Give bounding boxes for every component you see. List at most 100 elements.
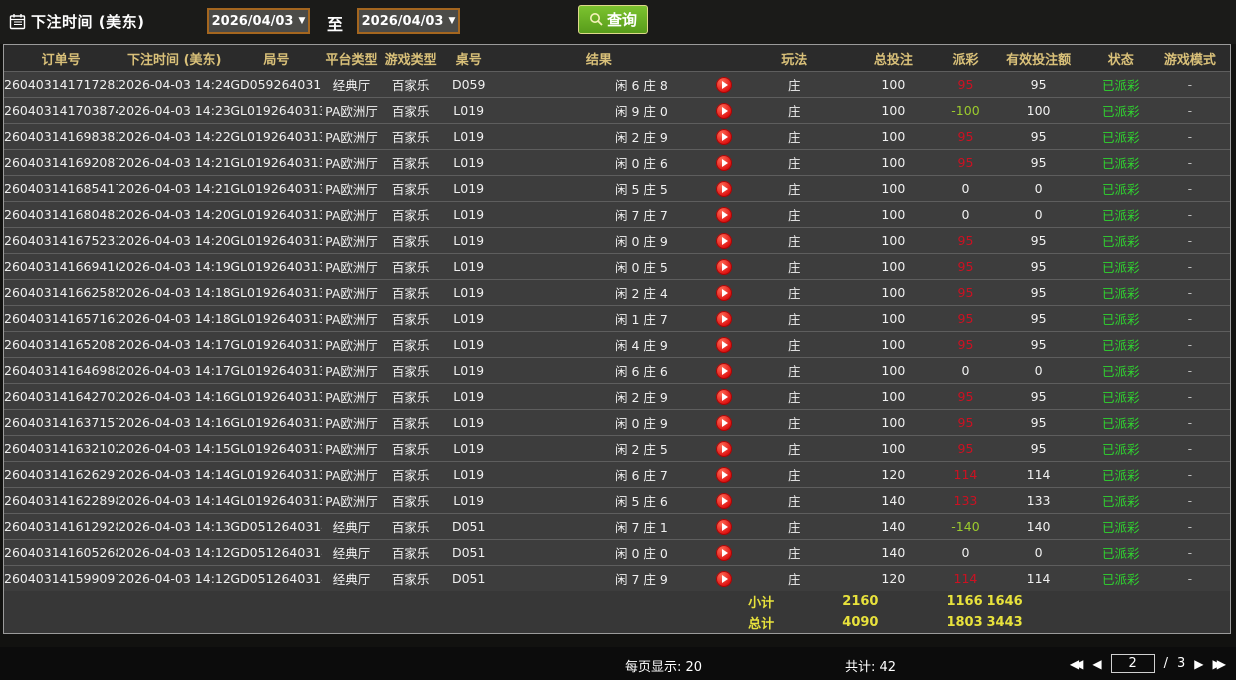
- table-row: 260403141622898 2026-04-03 14:14:32 GL01…: [4, 487, 1230, 514]
- header-game-type: 游戏类型: [380, 45, 441, 72]
- play-icon[interactable]: [716, 518, 733, 535]
- payout-cell: 114: [945, 565, 986, 591]
- status-cell: 已派彩: [1091, 305, 1150, 332]
- game-mode-cell: -: [1149, 305, 1230, 332]
- play-cell: [701, 539, 748, 566]
- play-icon[interactable]: [716, 440, 733, 457]
- play-icon[interactable]: [716, 128, 733, 145]
- payout-cell: 95: [945, 331, 986, 358]
- platform-cell: 经典厅: [322, 565, 381, 591]
- play-icon[interactable]: [716, 102, 733, 119]
- platform-cell: PA欧洲厅: [322, 409, 381, 436]
- play-icon[interactable]: [716, 258, 733, 275]
- next-page-icon[interactable]: ▶: [1194, 658, 1203, 670]
- chevron-down-icon: ▼: [448, 16, 456, 26]
- first-page-icon[interactable]: ◀◀: [1070, 658, 1084, 670]
- result-cell: 闲 0 庄 9: [496, 227, 702, 254]
- table-no-cell: L019: [440, 357, 497, 384]
- order-id-cell: 260403141703874: [4, 97, 119, 124]
- result-cell: 闲 5 庄 5: [496, 175, 702, 202]
- play-icon[interactable]: [716, 310, 733, 327]
- play-icon[interactable]: [716, 570, 733, 587]
- table-no-cell: L019: [440, 149, 497, 176]
- total-bet-cell: 100: [841, 331, 946, 358]
- play-icon[interactable]: [716, 388, 733, 405]
- game-type-cell: 百家乐: [380, 175, 441, 202]
- status-cell: 已派彩: [1091, 227, 1150, 254]
- grand-total-row: 总计 4090 1803 3443: [4, 612, 1230, 633]
- round-id-cell: GL0192640313Y: [230, 123, 323, 150]
- bet-time-cell: 2026-04-03 14:21:48: [118, 149, 231, 176]
- play-icon[interactable]: [716, 414, 733, 431]
- valid-bet-cell: 95: [985, 123, 1092, 150]
- date-to-select[interactable]: 2026/04/03 ▼: [357, 8, 460, 34]
- result-cell: 闲 0 庄 9: [496, 409, 702, 436]
- play-icon[interactable]: [716, 492, 733, 509]
- play-type-cell: 庄: [747, 331, 842, 358]
- table-no-cell: L019: [440, 487, 497, 514]
- table-no-cell: L019: [440, 435, 497, 462]
- header-table-no: 桌号: [440, 45, 497, 72]
- play-icon[interactable]: [716, 466, 733, 483]
- game-type-cell: 百家乐: [380, 253, 441, 280]
- game-type-cell: 百家乐: [380, 435, 441, 462]
- play-icon[interactable]: [716, 154, 733, 171]
- valid-bet-cell: 140: [985, 513, 1092, 540]
- round-id-cell: GL0192640313Z: [230, 97, 323, 124]
- game-type-cell: 百家乐: [380, 123, 441, 150]
- game-type-cell: 百家乐: [380, 513, 441, 540]
- header-status: 状态: [1091, 45, 1150, 72]
- round-id-cell: GD0592640313U: [230, 71, 323, 98]
- bet-time-cell: 2026-04-03 14:13:30: [118, 513, 231, 540]
- play-icon[interactable]: [716, 362, 733, 379]
- play-icon[interactable]: [716, 180, 733, 197]
- status-cell: 已派彩: [1091, 279, 1150, 306]
- last-page-icon[interactable]: ▶▶: [1213, 658, 1227, 670]
- game-type-cell: 百家乐: [380, 487, 441, 514]
- play-icon[interactable]: [716, 232, 733, 249]
- page-number-input[interactable]: [1110, 654, 1155, 673]
- total-bet-cell: 100: [841, 409, 946, 436]
- bet-time-cell: 2026-04-03 14:17:39: [118, 331, 231, 358]
- play-cell: [701, 383, 748, 410]
- status-cell: 已派彩: [1091, 513, 1150, 540]
- query-button[interactable]: 查询: [578, 5, 648, 34]
- search-icon: [589, 12, 604, 27]
- order-id-cell: 260403141637157: [4, 409, 119, 436]
- result-cell: 闲 6 庄 6: [496, 357, 702, 384]
- result-cell: 闲 2 庄 5: [496, 435, 702, 462]
- round-id-cell: GD05126403143: [230, 539, 323, 566]
- grand-total-label: 总计: [747, 612, 842, 633]
- status-cell: 已派彩: [1091, 123, 1150, 150]
- total-bet-cell: 100: [841, 253, 946, 280]
- total-pages: 3: [1177, 656, 1186, 671]
- game-type-cell: 百家乐: [380, 71, 441, 98]
- game-mode-cell: -: [1149, 71, 1230, 98]
- payout-cell: 95: [945, 149, 986, 176]
- order-id-cell: 260403141680483: [4, 201, 119, 228]
- play-cell: [701, 487, 748, 514]
- play-cell: [701, 565, 748, 591]
- play-cell: [701, 253, 748, 280]
- play-icon[interactable]: [716, 206, 733, 223]
- header-platform: 平台类型: [322, 45, 381, 72]
- status-cell: 已派彩: [1091, 435, 1150, 462]
- game-type-cell: 百家乐: [380, 357, 441, 384]
- prev-page-icon[interactable]: ◀: [1092, 658, 1101, 670]
- valid-bet-cell: 100: [985, 97, 1092, 124]
- valid-bet-cell: 95: [985, 279, 1092, 306]
- date-from-select[interactable]: 2026/04/03 ▼: [207, 8, 310, 34]
- play-icon[interactable]: [716, 336, 733, 353]
- game-mode-cell: -: [1149, 201, 1230, 228]
- play-cell: [701, 97, 748, 124]
- play-icon[interactable]: [716, 284, 733, 301]
- valid-bet-cell: 0: [985, 357, 1092, 384]
- game-type-cell: 百家乐: [380, 331, 441, 358]
- play-icon[interactable]: [716, 544, 733, 561]
- order-id-cell: 260403141642703: [4, 383, 119, 410]
- table-row: 260403141652087 2026-04-03 14:17:39 GL01…: [4, 331, 1230, 358]
- bet-time-cell: 2026-04-03 14:24:29: [118, 71, 231, 98]
- play-icon[interactable]: [716, 76, 733, 93]
- table-no-cell: L019: [440, 383, 497, 410]
- payout-cell: 95: [945, 279, 986, 306]
